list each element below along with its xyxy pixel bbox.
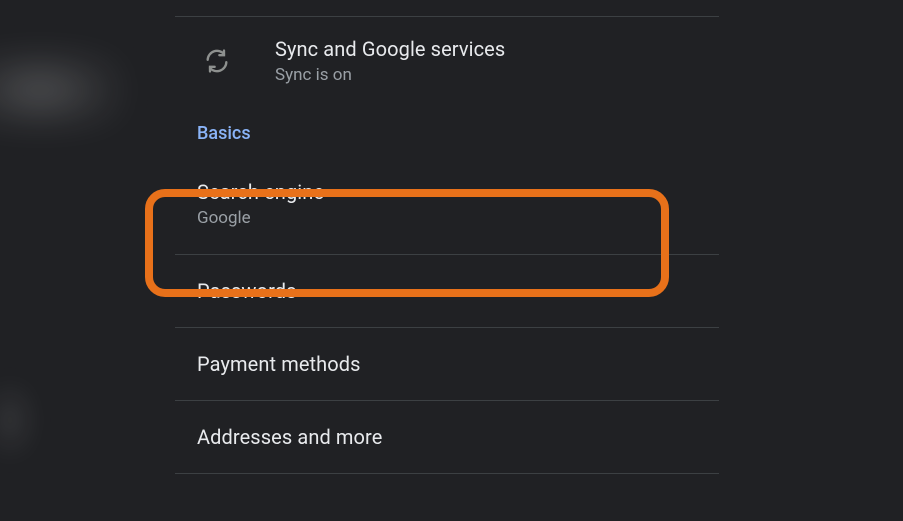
row-subtitle: Sync is on: [275, 65, 505, 85]
sync-icon: [197, 47, 237, 75]
row-payment-methods[interactable]: Payment methods: [175, 328, 719, 400]
row-title: Sync and Google services: [275, 37, 505, 61]
row-addresses[interactable]: Addresses and more: [175, 401, 719, 473]
settings-list: Sync and Google services Sync is on Basi…: [175, 0, 719, 474]
row-title: Addresses and more: [197, 425, 382, 449]
row-title: Payment methods: [197, 352, 361, 376]
section-header-basics: Basics: [175, 105, 719, 154]
divider: [175, 473, 719, 474]
row-search-engine[interactable]: Search engine Google: [175, 154, 719, 254]
row-title: Search engine: [197, 180, 324, 204]
row-title: Passwords: [197, 279, 297, 303]
blur-artifact: [0, 55, 120, 125]
row-subtitle: Google: [197, 208, 324, 228]
row-sync-services[interactable]: Sync and Google services Sync is on: [175, 17, 719, 105]
blur-artifact: [0, 380, 30, 460]
row-passwords[interactable]: Passwords: [175, 255, 719, 327]
